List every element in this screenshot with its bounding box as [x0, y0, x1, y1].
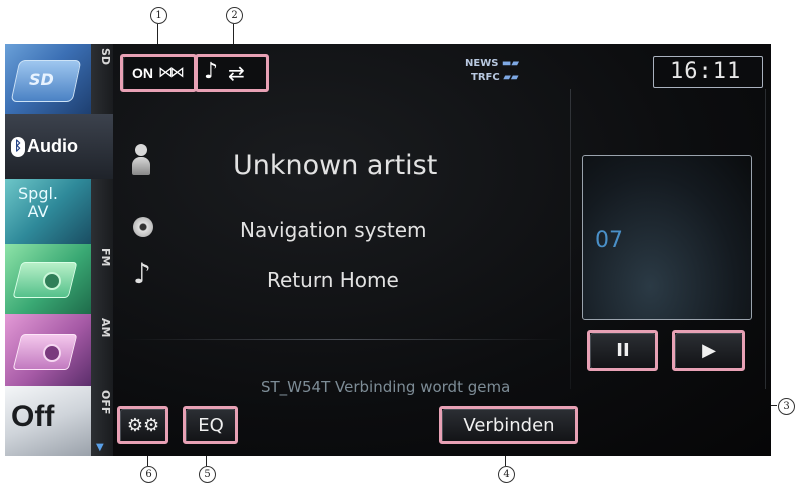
highlight-settings [117, 406, 168, 444]
song-note-icon: ♪ [133, 257, 151, 290]
highlight-repeat [195, 54, 269, 92]
bluetooth-icon: ᛒ [11, 136, 25, 157]
sidebar-item-sd[interactable]: SD SD [5, 44, 113, 115]
news-van-icon: ▬▰ [501, 58, 520, 69]
news-indicator: NEWS ▬▰ [465, 58, 519, 69]
traffic-indicator: TRFC ▰▰ [471, 72, 519, 83]
sidebar-item-audio-label: Audio [27, 136, 78, 156]
callout-5: 5 [199, 466, 216, 483]
callout-6: 6 [140, 466, 157, 483]
av-source-icon: Spgl. AV [5, 179, 91, 244]
album-name: Navigation system [240, 218, 427, 242]
sidebar-item-spgl-av[interactable]: Spgl. AV [5, 179, 113, 245]
sidebar-item-off-label: Off [11, 400, 55, 433]
artist-icon-body [132, 157, 150, 175]
clock-box: 16:11 [653, 56, 763, 88]
sidebar-item-off[interactable]: Off OFF ▼ [5, 386, 113, 456]
radio-icon [5, 244, 91, 314]
info-separator [123, 339, 563, 340]
sidebar-item-sd-label: SD [99, 48, 112, 66]
callout-4: 4 [498, 466, 515, 483]
power-off-icon: Off [5, 386, 91, 456]
track-number: 07 [595, 228, 623, 253]
scroll-down-icon[interactable]: ▼ [96, 442, 104, 453]
highlight-eq [183, 406, 238, 444]
radio-icon [5, 314, 91, 386]
album-art-box: 07 [582, 155, 752, 320]
highlight-connect [439, 406, 578, 444]
callout-2: 2 [226, 7, 243, 24]
song-title: Return Home [267, 268, 399, 292]
sidebar-item-fm[interactable]: FM [5, 244, 113, 315]
highlight-connection [120, 54, 197, 92]
clock-time: 16:11 [670, 59, 742, 84]
highlight-pause [587, 330, 658, 371]
artist-icon [135, 144, 147, 156]
album-disc-icon [133, 217, 153, 237]
highlight-play [672, 330, 745, 371]
artist-name: Unknown artist [233, 150, 438, 181]
bluetooth-status-text: ST_W54T Verbinding wordt gema [261, 378, 511, 396]
sidebar-item-fm-label: FM [99, 248, 112, 267]
sidebar-item-am[interactable]: AM [5, 314, 113, 387]
sd-card-icon: SD [5, 44, 91, 114]
sidebar-item-audio[interactable]: ᛒ Audio [5, 114, 113, 180]
sidebar-item-off-vlabel: OFF [99, 390, 112, 415]
sidebar-item-av-label: AV [27, 202, 49, 221]
sidebar-item-spgl-label: Spgl. [18, 184, 58, 203]
traffic-car-icon: ▰▰ [503, 72, 519, 83]
news-label: NEWS [465, 58, 499, 69]
callout-1: 1 [150, 7, 167, 24]
callout-3: 3 [778, 398, 795, 415]
panel-divider [570, 89, 571, 389]
panel-divider-right [765, 89, 766, 389]
trfc-label: TRFC [471, 72, 500, 83]
head-unit-screen: SD SD ᛒ Audio Spgl. AV FM AM Off OFF ▼ O… [5, 44, 771, 456]
sidebar-item-am-label: AM [99, 318, 112, 338]
